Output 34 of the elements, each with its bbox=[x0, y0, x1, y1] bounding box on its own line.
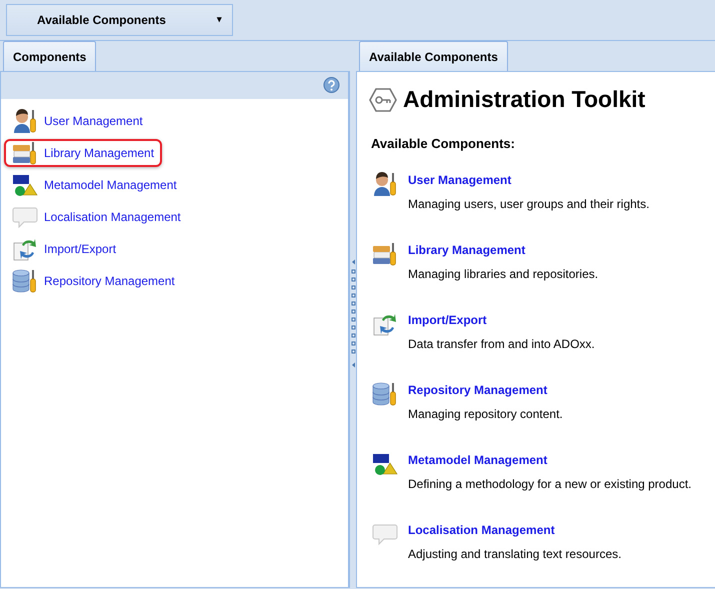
component-link[interactable]: Import/Export bbox=[408, 311, 595, 330]
component-link[interactable]: Repository Management bbox=[4, 267, 183, 295]
component-link[interactable]: Repository Management bbox=[408, 381, 563, 400]
component-link[interactable]: Metamodel Management bbox=[408, 451, 692, 470]
components-dropdown[interactable]: Available Components ▾ bbox=[6, 4, 233, 36]
panel-tab[interactable]: Components bbox=[3, 41, 96, 71]
user-screwdriver-icon bbox=[12, 108, 38, 134]
component-description: Managing repository content. bbox=[408, 406, 563, 424]
shapes-icon bbox=[12, 172, 38, 198]
component-description: Managing users, user groups and their rights. bbox=[408, 196, 650, 214]
caret-icon: ▾ bbox=[217, 13, 222, 27]
component-link[interactable]: User Management bbox=[4, 107, 151, 135]
component-link[interactable]: Import/Export bbox=[4, 235, 124, 263]
component-description: Data transfer from and into ADOxx. bbox=[408, 336, 595, 354]
component-link[interactable]: User Management bbox=[408, 171, 650, 190]
component-link[interactable]: Library Management bbox=[408, 241, 598, 260]
database-screwdriver-icon bbox=[372, 381, 398, 408]
section-heading: Available Components: bbox=[371, 134, 516, 153]
books-screwdriver-icon bbox=[12, 140, 38, 166]
component-link[interactable]: Localisation Management bbox=[4, 203, 189, 231]
component-link[interactable]: Metamodel Management bbox=[4, 171, 185, 199]
books-screwdriver-icon bbox=[372, 241, 398, 268]
component-description: Adjusting and translating text resources. bbox=[408, 546, 622, 564]
component-description: Managing libraries and repositories. bbox=[408, 266, 598, 284]
panel-tab[interactable]: Available Components bbox=[359, 41, 508, 71]
component-description: Defining a methodology for a new or existing product. bbox=[408, 476, 692, 494]
shapes-icon bbox=[372, 451, 398, 478]
component-link[interactable]: Library Management bbox=[4, 139, 162, 167]
component-link[interactable]: Localisation Management bbox=[408, 521, 622, 540]
user-screwdriver-icon bbox=[372, 171, 398, 198]
database-screwdriver-icon bbox=[12, 268, 38, 294]
key-hexagon-icon bbox=[369, 88, 397, 112]
page-title: Administration Toolkit bbox=[403, 86, 646, 114]
help-icon[interactable] bbox=[323, 77, 340, 94]
